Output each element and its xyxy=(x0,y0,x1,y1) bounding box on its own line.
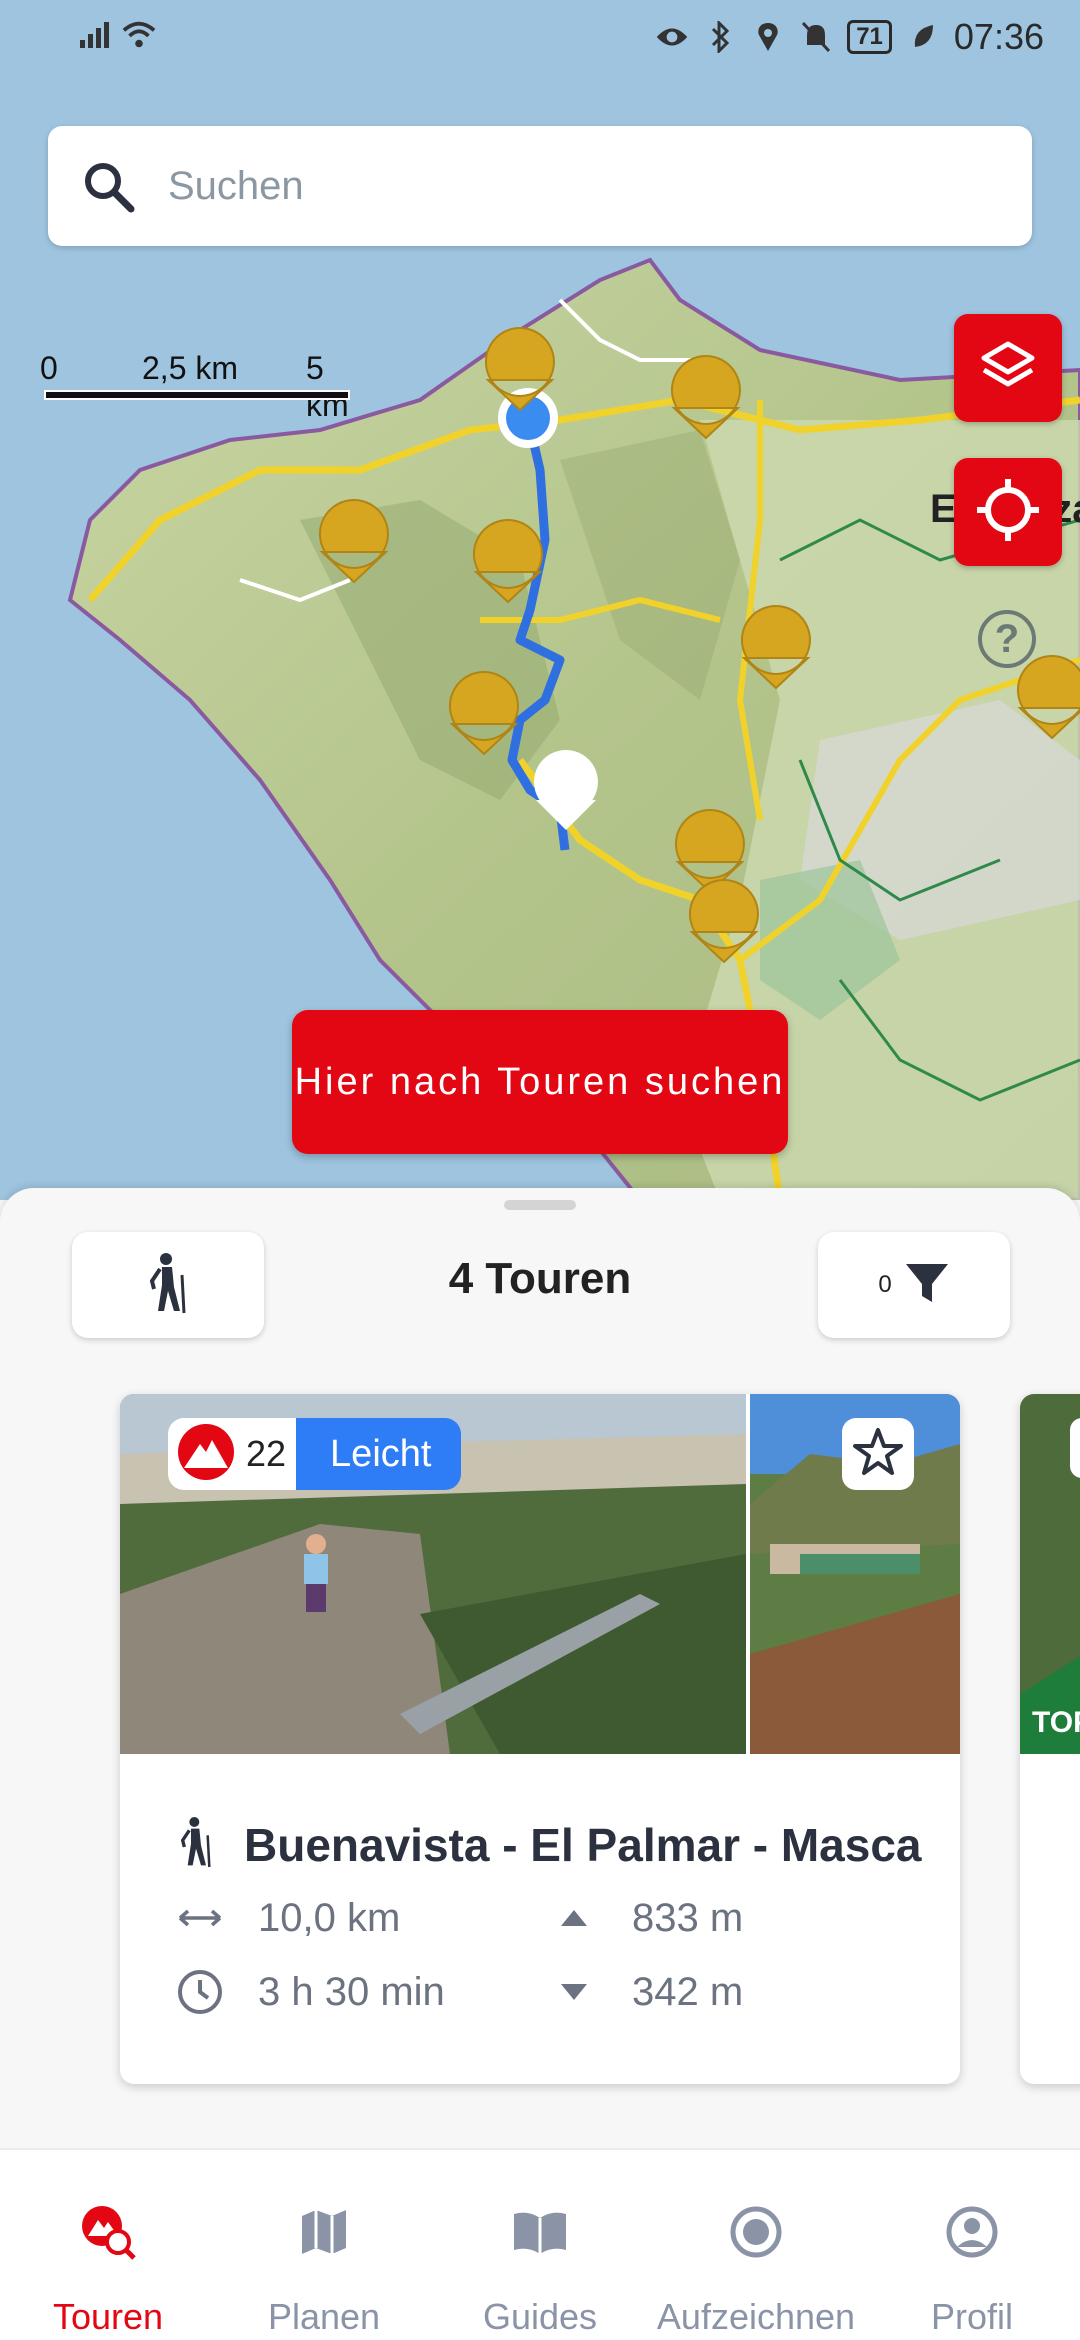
bottom-navigation: Touren Planen Guides Aufzeichnen Profil xyxy=(0,2148,1080,2340)
signal-icon xyxy=(78,18,112,52)
profile-icon xyxy=(942,2202,1002,2262)
top-badge-label: TOP xyxy=(1032,1706,1080,1739)
stat-descent: 342 m xyxy=(550,1968,743,2016)
tour-score: 22 xyxy=(168,1418,297,1490)
search-bar[interactable] xyxy=(48,126,1032,246)
bluetooth-icon xyxy=(703,20,737,54)
help-icon[interactable]: ? xyxy=(978,610,1036,668)
next-tour-card[interactable]: TOP xyxy=(1020,1394,1080,2084)
tour-search-icon xyxy=(78,2202,138,2262)
ascent-value: 833 m xyxy=(632,1895,744,1940)
nav-tab-aufzeichnen[interactable]: Aufzeichnen xyxy=(648,2150,864,2340)
map-icon xyxy=(294,2202,354,2262)
mountain-logo-icon xyxy=(176,1422,236,1487)
sheet-handle[interactable] xyxy=(504,1200,576,1210)
map-scale: 0 2,5 km 5 km xyxy=(40,350,360,423)
nav-label-guides: Guides xyxy=(482,2296,598,2337)
battery-icon: 71 xyxy=(847,20,892,54)
tour-title-row: Buenavista - El Palmar - Masca xyxy=(176,1814,922,1875)
layers-icon xyxy=(980,338,1036,399)
descent-value: 342 m xyxy=(632,1969,744,2014)
difficulty-badge: 22 Leicht xyxy=(168,1418,462,1490)
star-icon xyxy=(852,1426,904,1483)
eye-icon xyxy=(655,20,689,54)
layers-button[interactable] xyxy=(954,314,1062,422)
stat-distance: 10,0 km xyxy=(176,1894,400,1942)
tour-photo-main: 22 Leicht xyxy=(120,1394,746,1754)
status-time: 07:36 xyxy=(953,16,1044,57)
leaf-icon xyxy=(906,20,940,54)
activity-type-button[interactable] xyxy=(72,1232,264,1338)
nav-tab-touren[interactable]: Touren xyxy=(0,2150,216,2340)
search-here-button[interactable]: Hier nach Touren suchen xyxy=(292,1010,788,1154)
map-view[interactable]: El Sauzal 71 xyxy=(0,0,1080,1200)
book-icon xyxy=(510,2202,570,2262)
hiker-icon xyxy=(144,1251,192,1320)
scale-label-mid: 2,5 km xyxy=(142,350,239,386)
nav-label-aufzeichnen: Aufzeichnen xyxy=(656,2296,856,2337)
filter-icon xyxy=(904,1260,950,1311)
stat-ascent: 833 m xyxy=(550,1894,743,1942)
stat-duration: 3 h 30 min xyxy=(176,1968,445,2016)
clock-icon xyxy=(176,1968,224,2016)
search-input[interactable] xyxy=(168,163,988,209)
nav-label-touren: Touren xyxy=(52,2296,164,2337)
locate-button[interactable] xyxy=(954,458,1062,566)
distance-value: 10,0 km xyxy=(258,1895,401,1940)
duration-value: 3 h 30 min xyxy=(258,1969,445,2014)
search-icon xyxy=(48,126,168,246)
filter-count: 0 xyxy=(878,1271,892,1298)
hiker-icon xyxy=(176,1814,216,1875)
descent-icon xyxy=(550,1968,598,2016)
ascent-icon xyxy=(550,1894,598,1942)
crosshair-icon xyxy=(975,477,1041,548)
tour-card[interactable]: 22 Leicht Buenavista - El Palmar - Masca… xyxy=(120,1394,960,2084)
scale-label-max: 5 km xyxy=(306,350,349,423)
scale-label-0: 0 xyxy=(40,350,58,386)
score-value: 22 xyxy=(246,1433,287,1474)
tour-count: 4 Touren xyxy=(448,1254,632,1303)
wifi-icon xyxy=(122,18,156,52)
nav-label-planen: Planen xyxy=(267,2296,381,2337)
nav-tab-guides[interactable]: Guides xyxy=(432,2150,648,2340)
nav-label-profil: Profil xyxy=(930,2296,1014,2337)
favorite-button[interactable] xyxy=(842,1418,914,1490)
nav-tab-profil[interactable]: Profil xyxy=(864,2150,1080,2340)
distance-icon xyxy=(176,1894,224,1942)
mute-bell-icon xyxy=(799,20,833,54)
record-icon xyxy=(726,2202,786,2262)
difficulty-label: Leicht xyxy=(296,1418,462,1490)
status-bar: 71 07:36 xyxy=(0,0,1080,78)
nav-tab-planen[interactable]: Planen xyxy=(216,2150,432,2340)
tour-photos[interactable]: 22 Leicht xyxy=(120,1394,960,1754)
filter-button[interactable]: 0 xyxy=(818,1232,1010,1338)
tour-title: Buenavista - El Palmar - Masca xyxy=(244,1818,922,1871)
scale-bar xyxy=(44,390,350,400)
location-icon xyxy=(751,20,785,54)
